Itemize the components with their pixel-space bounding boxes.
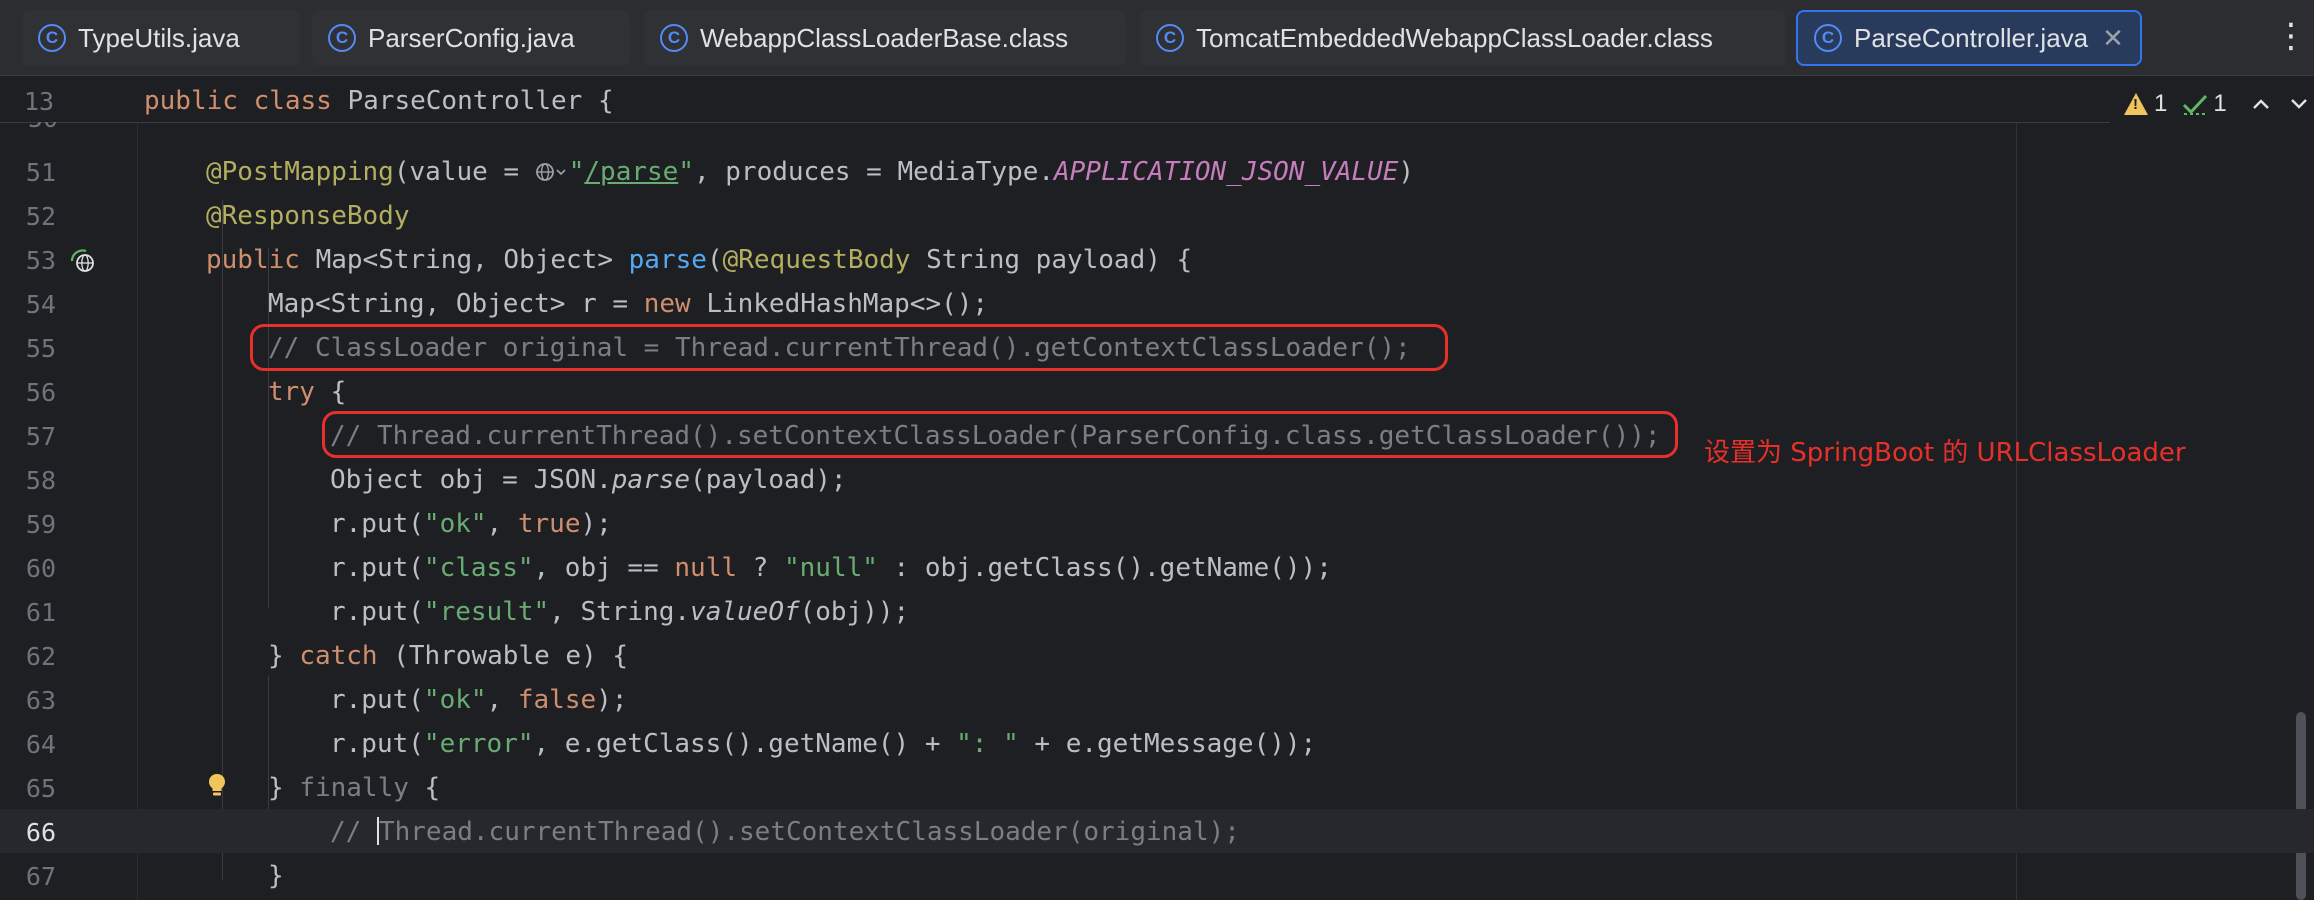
code-line-67[interactable]: 67 } [0,853,2314,897]
line-number: 55 [25,334,56,363]
line-code: // Thread.currentThread().setContextClas… [330,817,1240,847]
class-icon: C [38,24,66,52]
warning-icon [2124,93,2148,115]
class-icon: C [1156,24,1184,52]
line-number: 56 [25,378,56,407]
line-number: 67 [25,862,56,891]
line-number: 65 [25,774,56,803]
tab-label: TypeUtils.java [78,22,240,53]
line-number: 63 [25,686,56,715]
line-number: 61 [25,598,56,627]
close-icon[interactable]: ✕ [2102,23,2124,54]
line-code: } [268,861,284,891]
line-code: r.put("ok", true); [330,509,612,539]
endpoint-gutter-icon[interactable] [68,247,94,273]
tab-label: ParseController.java [1854,22,2089,53]
editor-tab-bar: C TypeUtils.java C ParserConfig.java C W… [0,0,2314,76]
code-line-66[interactable]: 66 // Thread.currentThread().setContextC… [0,809,2314,853]
line-code: Map<String, Object> r = new LinkedHashMa… [268,289,989,319]
code-line-62[interactable]: 62 } catch (Throwable e) { [0,633,2314,677]
code-line-56[interactable]: 56 try { [0,369,2314,413]
line-number: 59 [25,510,56,539]
annotation-note: 设置为 SpringBoot 的 URLClassLoader [1704,438,2186,468]
line-number: 53 [25,246,56,275]
line-code: r.put("ok", false); [330,685,628,715]
weak-warning-check-icon [2183,94,2208,115]
globe-url-icon[interactable] [535,161,569,183]
code-line-52[interactable]: 52 @ResponseBody [0,193,2314,237]
code-line-65[interactable]: 65 } finally { [0,765,2314,809]
more-tabs-icon[interactable]: ⋮ [2274,18,2308,58]
code-line-54[interactable]: 54 Map<String, Object> r = new LinkedHas… [0,281,2314,325]
line-code: @PostMapping(value = "/parse", produces … [206,157,1415,187]
line-number: 62 [25,642,56,671]
hidden-line-number: 50 [28,122,58,130]
line-code: } finally { [268,773,441,803]
line-number: 66 [25,818,56,847]
warning-count: 1 [2154,90,2168,117]
line-code: try { [268,377,347,407]
line-code: r.put("class", obj == null ? "null" : ob… [330,553,1332,583]
code-line-61[interactable]: 61 r.put("result", String.valueOf(obj)); [0,589,2314,633]
next-highlight-icon[interactable] [2289,97,2309,111]
code-line-59[interactable]: 59 r.put("ok", true); [0,501,2314,545]
line-code: public Map<String, Object> parse(@Reques… [206,245,1193,275]
class-icon: C [328,24,356,52]
highlight-box-line-55 [250,324,1448,371]
line-number: 13 [24,87,55,116]
code-line-53[interactable]: 53 public Map<String, Object> parse(@Req… [0,237,2314,281]
line-code: r.put("error", e.getClass().getName() + … [330,729,1317,759]
class-icon: C [660,24,688,52]
line-number: 57 [25,422,56,451]
code-line-51[interactable]: 51 @PostMapping(value = "/parse", produc… [0,149,2314,193]
line-number: 54 [25,290,56,319]
sticky-scope-header[interactable]: 13 public class ParseController { [0,77,2110,123]
line-number: 64 [25,730,56,759]
line-code: r.put("result", String.valueOf(obj)); [330,597,910,627]
tab-parsecontroller-java[interactable]: C ParseController.java ✕ [1796,10,2142,66]
tab-parserconfig-java[interactable]: C ParserConfig.java [312,10,630,66]
previous-highlight-icon[interactable] [2251,97,2271,111]
sticky-code: public class ParseController { [144,86,614,116]
line-code: Object obj = JSON.parse(payload); [330,465,847,495]
line-number: 52 [25,202,56,231]
line-code: @ResponseBody [206,201,410,231]
tab-tomcatembeddedwebappclassloader-class[interactable]: C TomcatEmbeddedWebappClassLoader.class [1140,10,1786,66]
line-number: 51 [25,158,56,187]
line-number: 60 [25,554,56,583]
line-number: 58 [25,466,56,495]
tab-label: ParserConfig.java [368,22,575,53]
highlight-box-line-57 [322,411,1678,458]
line-code: } catch (Throwable e) { [268,641,629,671]
lightbulb-icon[interactable] [208,773,226,797]
tab-label: TomcatEmbeddedWebappClassLoader.class [1196,22,1713,53]
code-line-60[interactable]: 60 r.put("class", obj == null ? "null" :… [0,545,2314,589]
code-line-64[interactable]: 64 r.put("error", e.getClass().getName()… [0,721,2314,765]
code-line-63[interactable]: 63 r.put("ok", false); [0,677,2314,721]
ide-window: C TypeUtils.java C ParserConfig.java C W… [0,0,2314,900]
weak-warning-count: 1 [2213,90,2227,117]
inspection-widget[interactable]: 1 1 [2124,86,2309,122]
tab-typeutils-java[interactable]: C TypeUtils.java [22,10,300,66]
tab-label: WebappClassLoaderBase.class [700,22,1069,53]
tab-webappclassloaderbase-class[interactable]: C WebappClassLoaderBase.class [644,10,1126,66]
class-icon: C [1814,24,1842,52]
